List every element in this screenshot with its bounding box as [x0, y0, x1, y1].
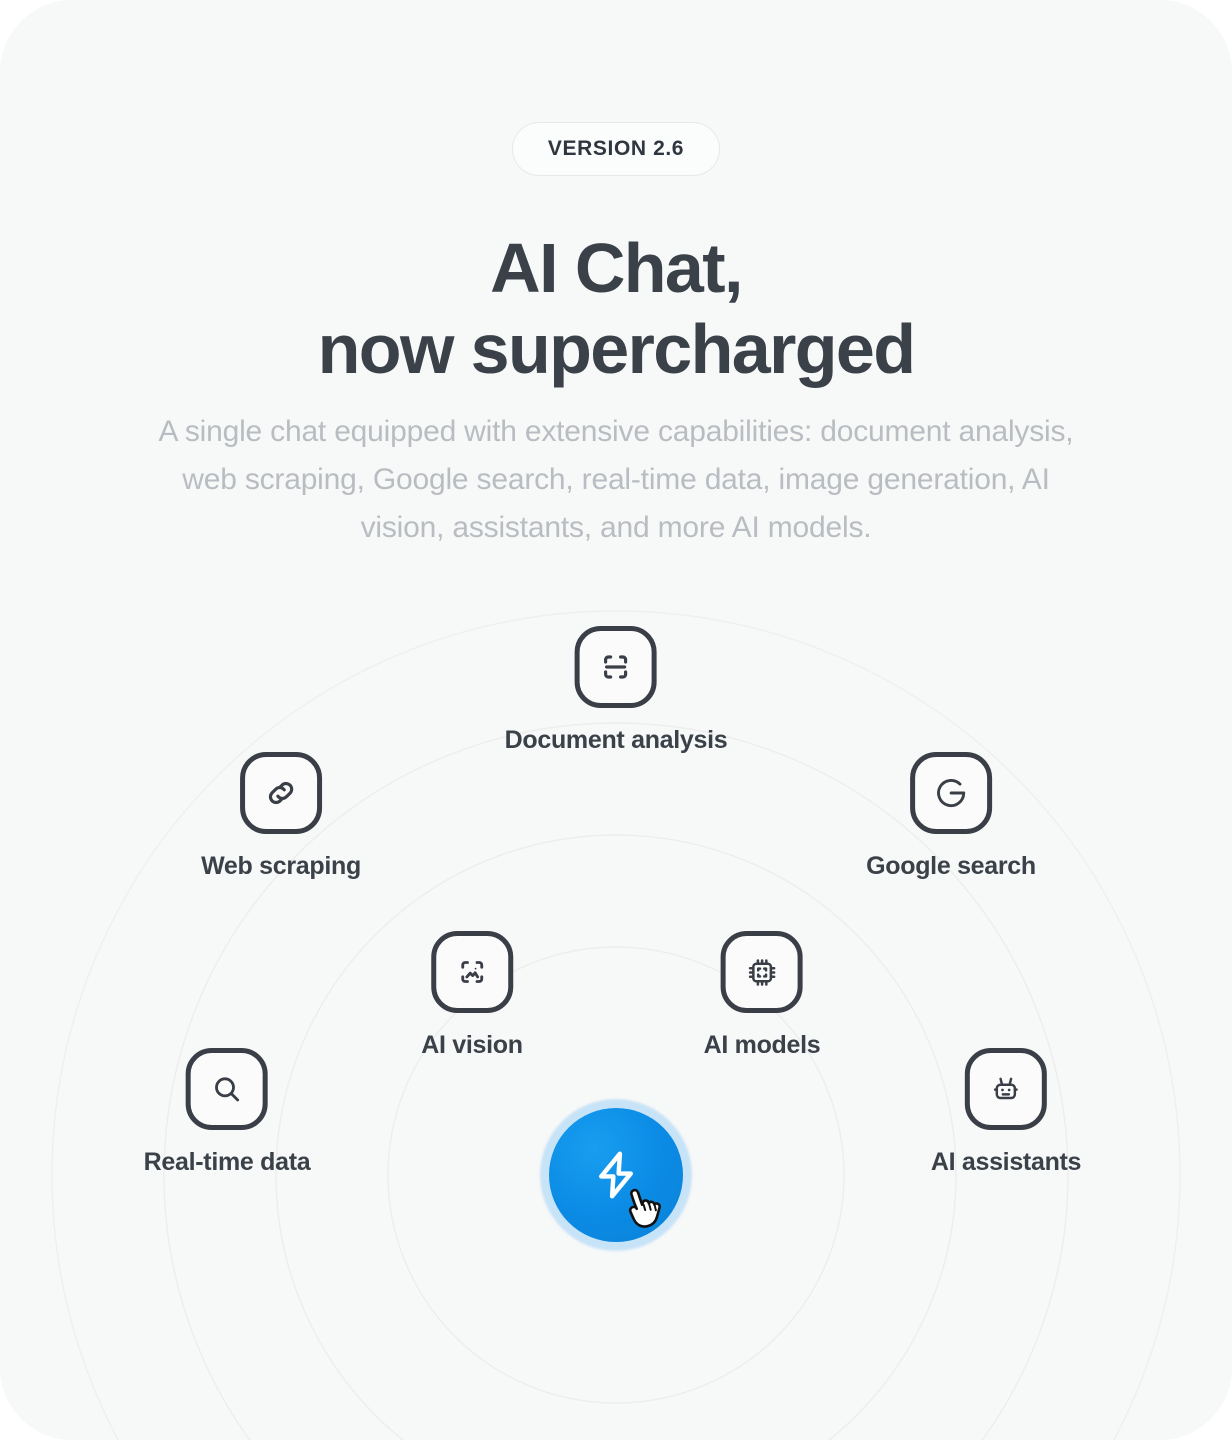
page-title: AI Chat, now supercharged [317, 229, 916, 389]
cpu-chip-icon [748, 958, 776, 986]
feature-label: Google search [866, 852, 1036, 880]
feature-label: AI assistants [930, 1148, 1082, 1176]
feature-icon-tile[interactable] [574, 626, 657, 708]
feature-label: AI vision [421, 1031, 523, 1059]
primary-action-wrapper [536, 1095, 696, 1255]
document-scan-icon [604, 655, 628, 679]
feature-icon-tile[interactable] [721, 931, 803, 1013]
feature-icon-tile[interactable] [910, 752, 992, 834]
hero-card: VERSION 2.6 AI Chat, now supercharged A … [0, 0, 1232, 1440]
feature-icon-tile[interactable] [431, 931, 513, 1013]
feature-label: Document analysis [504, 726, 728, 754]
feature-icon-tile[interactable] [240, 752, 322, 834]
feature-google-search[interactable]: Google search [866, 752, 1036, 881]
image-scan-icon [461, 961, 483, 983]
link-chain-icon [268, 781, 294, 805]
google-g-icon [936, 779, 966, 808]
feature-ai-vision[interactable]: AI vision [421, 931, 523, 1060]
version-badge-row: VERSION 2.6 [0, 122, 1232, 176]
feature-label: Real-time data [143, 1148, 311, 1176]
feature-web-scraping[interactable]: Web scraping [201, 752, 361, 881]
page-subtitle: A single chat equipped with extensive ca… [158, 415, 1074, 544]
feature-icon-tile[interactable] [965, 1048, 1047, 1130]
version-badge: VERSION 2.6 [511, 122, 721, 176]
magnifier-icon [215, 1077, 240, 1102]
feature-label: AI models [703, 1031, 821, 1059]
lightning-bolt-icon [599, 1151, 633, 1199]
feature-document-analysis[interactable]: Document analysis [505, 626, 728, 755]
feature-label: Web scraping [201, 852, 361, 880]
robot-face-icon [994, 1077, 1018, 1100]
feature-ai-assistants[interactable]: AI assistants [931, 1048, 1081, 1177]
feature-ai-models[interactable]: AI models [704, 931, 821, 1060]
feature-real-time-data[interactable]: Real-time data [144, 1048, 311, 1177]
feature-icon-tile[interactable] [186, 1048, 268, 1130]
supercharge-action-button[interactable] [549, 1108, 683, 1242]
